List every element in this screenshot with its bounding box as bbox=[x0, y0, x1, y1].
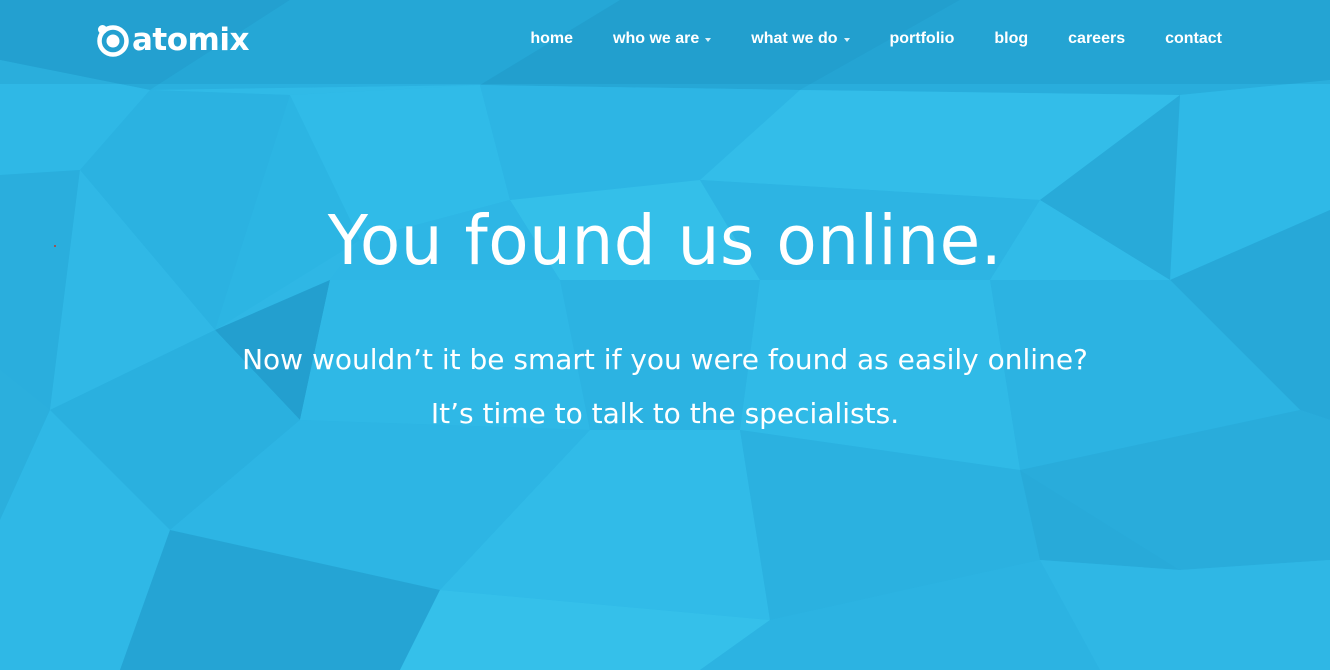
caret-down-icon bbox=[843, 38, 850, 42]
hero-headline: You found us online. bbox=[327, 200, 1003, 281]
nav-item-home[interactable]: home bbox=[530, 28, 573, 50]
site-header: atomix home who we are what we do portfo… bbox=[0, 0, 1330, 84]
nav-item-label: portfolio bbox=[889, 30, 955, 47]
brand-name: atomix bbox=[132, 22, 249, 58]
main-nav: home who we are what we do portfolio blo… bbox=[530, 28, 1222, 50]
nav-item-label: contact bbox=[1165, 30, 1222, 47]
hero-subline-1: Now wouldn’t it be smart if you were fou… bbox=[242, 343, 1088, 376]
hero-subline-2: It’s time to talk to the specialists. bbox=[430, 397, 900, 430]
nav-item-what-we-do[interactable]: what we do bbox=[751, 28, 850, 50]
nav-item-portfolio[interactable]: portfolio bbox=[890, 28, 955, 50]
nav-item-label: home bbox=[530, 30, 574, 47]
nav-item-label: careers bbox=[1068, 30, 1126, 47]
nav-item-careers[interactable]: careers bbox=[1068, 28, 1125, 50]
nav-item-label: blog bbox=[994, 30, 1029, 47]
atom-logo-icon bbox=[97, 25, 129, 57]
caret-down-icon bbox=[705, 38, 712, 42]
hero-section: You found us online. Now wouldn’t it be … bbox=[0, 0, 1330, 670]
nav-item-label: who we are bbox=[613, 30, 700, 47]
nav-item-contact[interactable]: contact bbox=[1165, 28, 1222, 50]
nav-item-blog[interactable]: blog bbox=[994, 28, 1028, 50]
nav-item-label: what we do bbox=[751, 30, 838, 47]
brand-logo[interactable]: atomix bbox=[96, 20, 249, 60]
nav-item-who-we-are[interactable]: who we are bbox=[613, 28, 712, 50]
